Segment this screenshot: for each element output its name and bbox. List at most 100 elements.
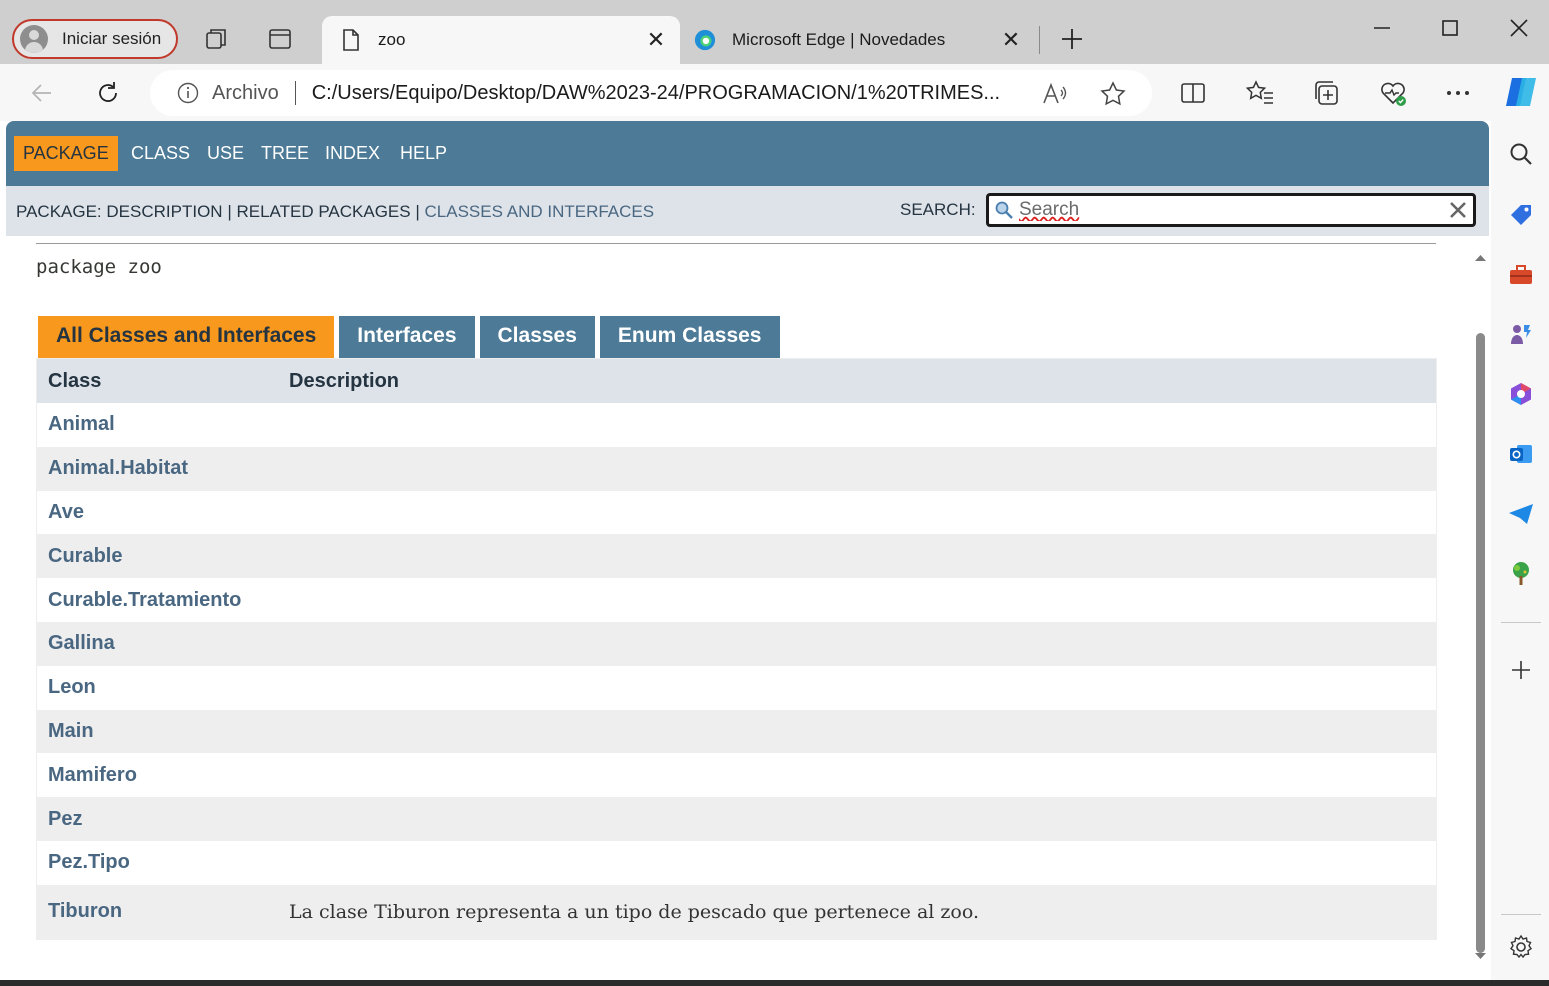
class-link[interactable]: Tiburon <box>37 900 289 923</box>
back-icon[interactable] <box>26 77 58 109</box>
main-content: package zoo All Classes and Interfaces I… <box>6 236 1468 976</box>
browser-essentials-icon[interactable] <box>1377 77 1409 109</box>
shopping-tag-icon[interactable] <box>1507 201 1535 229</box>
browser-titlebar: Iniciar sesión zoo ✕ Microsoft Edge | No… <box>0 0 1549 64</box>
table-row: Leon <box>37 665 1436 710</box>
settings-gear-icon[interactable] <box>1507 933 1535 961</box>
workspaces-icon[interactable] <box>203 25 231 53</box>
tab-classes[interactable]: Classes <box>479 316 595 358</box>
page-viewport: PACKAGE CLASS USE TREE INDEX HELP PACKAG… <box>6 121 1489 976</box>
close-window-icon[interactable] <box>1499 10 1539 46</box>
class-link[interactable]: Animal <box>37 413 289 436</box>
favorites-icon[interactable] <box>1244 77 1276 109</box>
column-header-description: Description <box>289 369 400 392</box>
copilot-icon[interactable] <box>1504 76 1538 108</box>
collections-icon[interactable] <box>1310 77 1342 109</box>
profile-button[interactable]: Iniciar sesión <box>12 19 178 59</box>
address-bar[interactable]: Archivo C:/Users/Equipo/Desktop/DAW%2023… <box>150 70 1152 116</box>
scrollbar-thumb[interactable] <box>1476 333 1485 953</box>
split-screen-icon[interactable] <box>1177 77 1209 109</box>
tab-title: Microsoft Edge | Novedades <box>732 30 946 49</box>
info-icon[interactable] <box>176 81 200 105</box>
class-link[interactable]: Leon <box>37 676 289 699</box>
page-icon <box>340 28 362 52</box>
table-row: Mamifero <box>37 753 1436 798</box>
add-icon[interactable] <box>1507 656 1535 684</box>
nav-use[interactable]: USE <box>198 136 253 171</box>
subnav-separator: | <box>227 202 232 221</box>
tab-enum-classes[interactable]: Enum Classes <box>599 316 780 358</box>
scroll-down-icon[interactable] <box>1474 948 1487 966</box>
minimize-icon[interactable] <box>1362 10 1402 46</box>
profile-label: Iniciar sesión <box>62 29 162 48</box>
read-aloud-icon[interactable] <box>1042 81 1068 107</box>
search-input[interactable] <box>1019 199 1439 221</box>
subnav-separator: | <box>415 202 420 221</box>
table-row: Curable <box>37 534 1436 579</box>
more-options-icon[interactable] <box>1442 77 1474 109</box>
class-link[interactable]: Pez <box>37 808 289 831</box>
nav-help[interactable]: HELP <box>391 136 456 171</box>
tab-zoo[interactable]: zoo ✕ <box>322 16 680 64</box>
class-link[interactable]: Curable <box>37 545 289 568</box>
edge-logo-icon <box>694 28 716 52</box>
package-subnav: PACKAGE: DESCRIPTION | RELATED PACKAGES … <box>16 202 654 222</box>
subnav-description: DESCRIPTION <box>106 202 223 221</box>
tab-edge-news[interactable]: Microsoft Edge | Novedades ✕ <box>690 16 1035 64</box>
class-link[interactable]: Mamifero <box>37 764 289 787</box>
package-title: package zoo <box>36 256 162 278</box>
class-summary-table: Class Description Animal Animal.Habitat … <box>36 358 1437 940</box>
refresh-icon[interactable] <box>92 77 124 109</box>
subnav-classes-link[interactable]: CLASSES AND INTERFACES <box>425 202 655 221</box>
table-row: Curable.Tratamiento <box>37 578 1436 622</box>
class-link[interactable]: Pez.Tipo <box>37 851 289 874</box>
search-icon[interactable] <box>1507 140 1535 168</box>
tab-all-classes[interactable]: All Classes and Interfaces <box>38 316 335 358</box>
favorite-star-icon[interactable] <box>1100 81 1126 107</box>
close-tab-icon[interactable]: ✕ <box>997 26 1025 54</box>
tab-interfaces[interactable]: Interfaces <box>339 316 475 358</box>
table-header: Class Description <box>37 359 1436 403</box>
url-text[interactable]: C:/Users/Equipo/Desktop/DAW%2023-24/PROG… <box>312 82 1012 105</box>
class-filter-tabs: All Classes and Interfaces Interfaces Cl… <box>38 316 785 358</box>
table-row: Pez.Tipo <box>37 840 1436 885</box>
header-rule <box>36 243 1436 244</box>
address-separator <box>294 81 296 105</box>
class-link[interactable]: Ave <box>37 501 289 524</box>
nav-index[interactable]: INDEX <box>316 136 389 171</box>
table-row: Pez <box>37 797 1436 841</box>
send-telegram-icon[interactable] <box>1507 500 1535 528</box>
avatar-icon <box>20 25 48 53</box>
games-icon[interactable] <box>1507 320 1535 348</box>
table-row: Tiburon La clase Tiburon representa a un … <box>37 884 1436 939</box>
table-row: Main <box>37 709 1436 754</box>
vertical-scrollbar[interactable] <box>1472 243 1489 976</box>
taskbar-edge <box>0 980 1549 986</box>
class-link[interactable]: Animal.Habitat <box>37 457 289 480</box>
microsoft-365-icon[interactable] <box>1507 380 1535 408</box>
sidebar-divider <box>1501 914 1541 915</box>
table-row: Ave <box>37 490 1436 535</box>
class-link[interactable]: Curable.Tratamiento <box>37 589 289 612</box>
subnav-prefix: PACKAGE: <box>16 202 102 221</box>
nav-package[interactable]: PACKAGE <box>14 136 118 171</box>
table-row: Animal <box>37 403 1436 447</box>
class-description: La clase Tiburon representa a un tipo de… <box>289 900 980 923</box>
navigation-bar: Archivo C:/Users/Equipo/Desktop/DAW%2023… <box>0 64 1549 121</box>
tree-icon[interactable] <box>1507 560 1535 588</box>
close-tab-icon[interactable]: ✕ <box>642 26 670 54</box>
tools-briefcase-icon[interactable] <box>1507 261 1535 289</box>
new-tab-icon[interactable] <box>1057 24 1087 54</box>
class-link[interactable]: Gallina <box>37 632 289 655</box>
scroll-up-icon[interactable] <box>1474 249 1487 267</box>
nav-tree[interactable]: TREE <box>252 136 318 171</box>
edge-sidebar <box>1491 121 1549 980</box>
maximize-icon[interactable] <box>1430 10 1470 46</box>
search-box[interactable] <box>986 193 1476 227</box>
class-link[interactable]: Main <box>37 720 289 743</box>
clear-search-icon[interactable] <box>1447 199 1469 221</box>
outlook-icon[interactable] <box>1507 440 1535 468</box>
vertical-tabs-icon[interactable] <box>266 25 294 53</box>
nav-class[interactable]: CLASS <box>122 136 199 171</box>
table-row: Gallina <box>37 621 1436 666</box>
